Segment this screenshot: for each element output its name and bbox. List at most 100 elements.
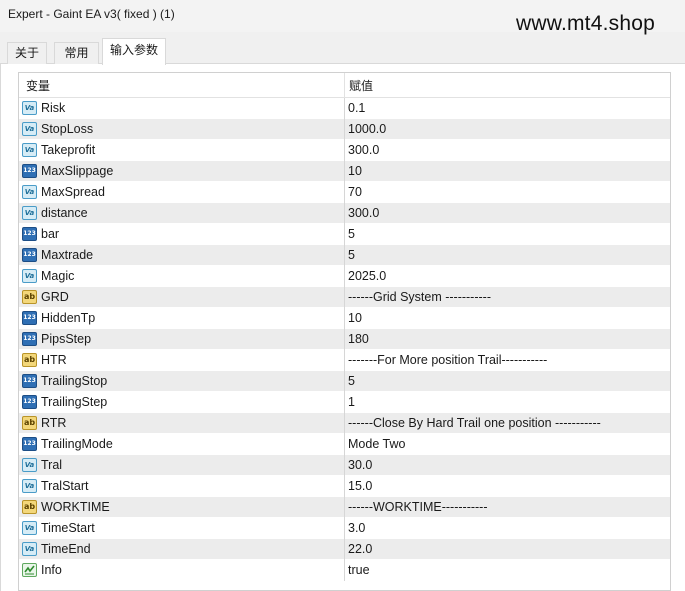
table-row[interactable]: Va Tral 30.0 [19, 455, 670, 476]
table-row[interactable]: Va Risk 0.1 [19, 98, 670, 119]
column-divider [344, 518, 345, 539]
double-icon: Va [22, 122, 37, 136]
param-value[interactable]: 300.0 [348, 203, 379, 224]
param-value[interactable]: 180 [348, 329, 369, 350]
param-name: Magic [41, 269, 75, 283]
param-value[interactable]: -------For More position Trail----------… [348, 350, 547, 371]
param-value[interactable]: 3.0 [348, 518, 365, 539]
column-divider [344, 140, 345, 161]
param-value[interactable]: 0.1 [348, 98, 365, 119]
column-divider [344, 266, 345, 287]
table-row[interactable]: ab GRD ------Grid System ----------- [19, 287, 670, 308]
tab-inputs[interactable]: 输入参数 [102, 38, 166, 65]
param-value[interactable]: 22.0 [348, 539, 372, 560]
column-divider [344, 245, 345, 266]
column-divider [344, 497, 345, 518]
table-row[interactable]: Va StopLoss 1000.0 [19, 119, 670, 140]
column-divider [344, 392, 345, 413]
param-name: PipsStep [41, 332, 92, 346]
param-value[interactable]: ------Close By Hard Trail one position -… [348, 413, 601, 434]
table-row[interactable]: 123 HiddenTp 10 [19, 308, 670, 329]
column-divider [344, 539, 345, 560]
double-icon: Va [22, 143, 37, 157]
param-name: distance [41, 206, 88, 220]
param-name: Takeprofit [41, 143, 96, 157]
column-divider [344, 455, 345, 476]
param-name: TimeStart [41, 521, 95, 535]
string-icon: ab [22, 500, 37, 514]
table-row[interactable]: 123 PipsStep 180 [19, 329, 670, 350]
param-value[interactable]: 10 [348, 308, 362, 329]
table-row[interactable]: 123 Maxtrade 5 [19, 245, 670, 266]
table-row[interactable]: Va TimeStart 3.0 [19, 518, 670, 539]
tab-about[interactable]: 关于 [7, 42, 47, 64]
param-name: bar [41, 227, 60, 241]
param-value[interactable]: ------WORKTIME----------- [348, 497, 488, 518]
param-value[interactable]: 15.0 [348, 476, 372, 497]
param-name: RTR [41, 416, 67, 430]
table-row[interactable]: 123 bar 5 [19, 224, 670, 245]
param-name: GRD [41, 290, 69, 304]
string-icon: ab [22, 353, 37, 367]
param-value[interactable]: 5 [348, 224, 355, 245]
table-row[interactable]: ab RTR ------Close By Hard Trail one posit… [19, 413, 670, 434]
tab-common[interactable]: 常用 [54, 42, 99, 64]
column-divider [344, 434, 345, 455]
param-value[interactable]: 70 [348, 182, 362, 203]
column-divider [344, 371, 345, 392]
header-divider[interactable] [344, 73, 345, 98]
table-row[interactable]: ab WORKTIME ------WORKTIME----------- [19, 497, 670, 518]
column-divider [344, 224, 345, 245]
header-value[interactable]: 赋值 [349, 73, 373, 98]
table-row[interactable]: 123 TrailingStop 5 [19, 371, 670, 392]
double-icon: Va [22, 542, 37, 556]
table-row[interactable]: Va Takeprofit 300.0 [19, 140, 670, 161]
param-value[interactable]: ------Grid System ----------- [348, 287, 491, 308]
param-value[interactable]: 1 [348, 392, 355, 413]
table-row[interactable]: Va MaxSpread 70 [19, 182, 670, 203]
param-value[interactable]: 1000.0 [348, 119, 386, 140]
column-divider [344, 308, 345, 329]
column-divider [344, 98, 345, 119]
string-icon: ab [22, 290, 37, 304]
column-divider [344, 161, 345, 182]
param-name: Info [41, 563, 62, 577]
table-row[interactable]: Va distance 300.0 [19, 203, 670, 224]
param-value[interactable]: true [348, 560, 370, 581]
param-value[interactable]: 30.0 [348, 455, 372, 476]
double-icon: Va [22, 269, 37, 283]
window-title: Expert - Gaint EA v3( fixed ) (1) [8, 7, 175, 21]
table-row[interactable]: Va TimeEnd 22.0 [19, 539, 670, 560]
double-icon: Va [22, 101, 37, 115]
table-row[interactable]: 123 TrailingMode Mode Two [19, 434, 670, 455]
param-value[interactable]: 2025.0 [348, 266, 386, 287]
param-value[interactable]: 5 [348, 245, 355, 266]
param-name: HTR [41, 353, 67, 367]
table-row[interactable]: ab HTR -------For More position Trail-----… [19, 350, 670, 371]
table-row[interactable]: Info true [19, 560, 670, 581]
integer-icon: 123 [22, 374, 37, 388]
param-name: HiddenTp [41, 311, 96, 325]
param-name: StopLoss [41, 122, 94, 136]
table-row[interactable]: 123 MaxSlippage 10 [19, 161, 670, 182]
double-icon: Va [22, 458, 37, 472]
param-name: Risk [41, 101, 66, 115]
table-row[interactable]: 123 TrailingStep 1 [19, 392, 670, 413]
table-row[interactable]: Va TralStart 15.0 [19, 476, 670, 497]
param-name: TralStart [41, 479, 89, 493]
param-name: TrailingMode [41, 437, 113, 451]
header-variable[interactable]: 变量 [26, 73, 50, 98]
param-name: TrailingStep [41, 395, 108, 409]
column-divider [344, 350, 345, 371]
integer-icon: 123 [22, 248, 37, 262]
column-divider [344, 287, 345, 308]
param-value[interactable]: Mode Two [348, 434, 405, 455]
table-row[interactable]: Va Magic 2025.0 [19, 266, 670, 287]
param-value[interactable]: 300.0 [348, 140, 379, 161]
integer-icon: 123 [22, 227, 37, 241]
param-value[interactable]: 10 [348, 161, 362, 182]
param-name: MaxSlippage [41, 164, 114, 178]
column-divider [344, 119, 345, 140]
param-name: WORKTIME [41, 500, 110, 514]
param-value[interactable]: 5 [348, 371, 355, 392]
